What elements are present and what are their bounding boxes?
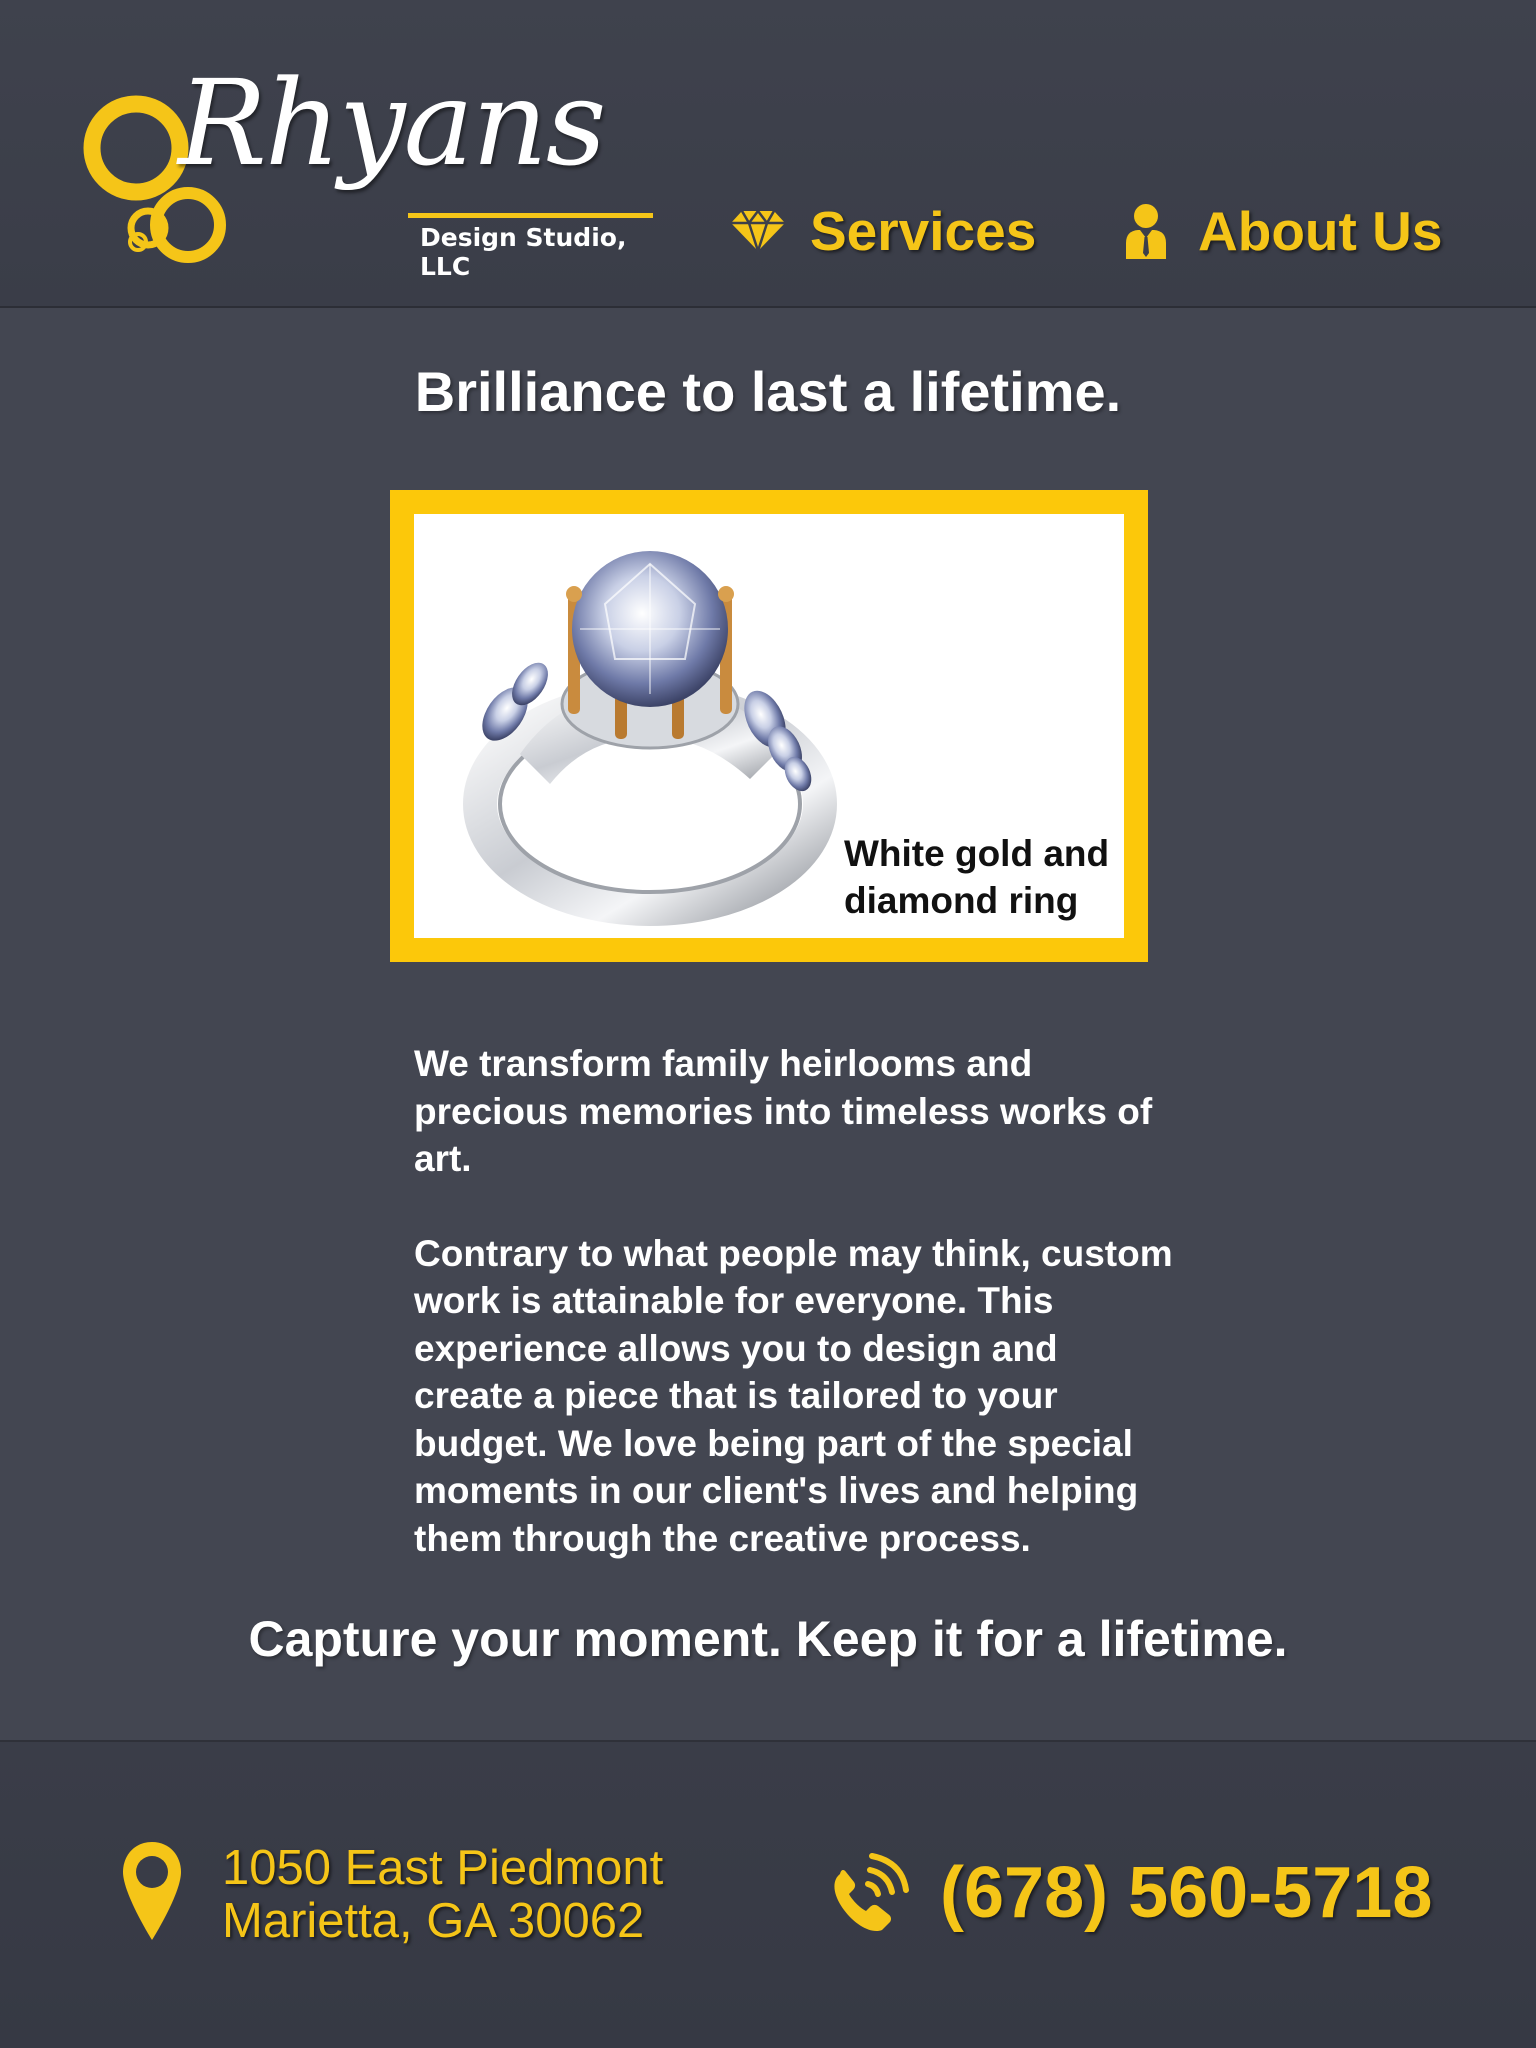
phone-icon (834, 1853, 909, 1932)
address-line-1: 1050 East Piedmont (222, 1841, 664, 1895)
diamond-icon (728, 201, 788, 261)
nav-services[interactable]: Services (728, 196, 1036, 266)
ring-image (463, 551, 837, 926)
featured-image-frame: White gold and diamond ring (390, 490, 1148, 962)
logo-underline (408, 213, 653, 218)
closing-tagline: Capture your moment. Keep it for a lifet… (248, 1611, 1288, 1667)
address-line-2: Marietta, GA 30062 (222, 1893, 645, 1948)
nav-about-us[interactable]: About Us (1116, 196, 1442, 266)
person-icon (1116, 201, 1176, 261)
nav-about-label: About Us (1198, 199, 1443, 262)
intro-paragraph-1: We transform family heirlooms and precio… (414, 1043, 1153, 1179)
image-caption: White gold and diamond ring (844, 833, 1110, 922)
logo-wordmark: Rhyans (178, 54, 606, 192)
site-header: Rhyans Design Studio, LLC Services About… (0, 0, 1536, 308)
logo-tagline: Design Studio, LLC (420, 223, 627, 281)
logo[interactable]: Rhyans Design Studio, LLC (78, 64, 668, 281)
address[interactable]: 1050 East Piedmont Marietta, GA 30062 (222, 1842, 663, 1948)
site-footer: 1050 East Piedmont Marietta, GA 30062 (6… (0, 1740, 1536, 2048)
featured-image-panel: White gold and diamond ring (414, 514, 1124, 938)
map-pin-icon (123, 1842, 181, 1940)
intro-paragraph-2: Contrary to what people may think, custo… (414, 1232, 1173, 1559)
nav-services-label: Services (810, 199, 1037, 262)
phone-number[interactable]: (678) 560-5718 (940, 1852, 1432, 1934)
page-headline: Brilliance to last a lifetime. (414, 360, 1122, 423)
intro-text: We transform family heirlooms and precio… (414, 1040, 1174, 1609)
